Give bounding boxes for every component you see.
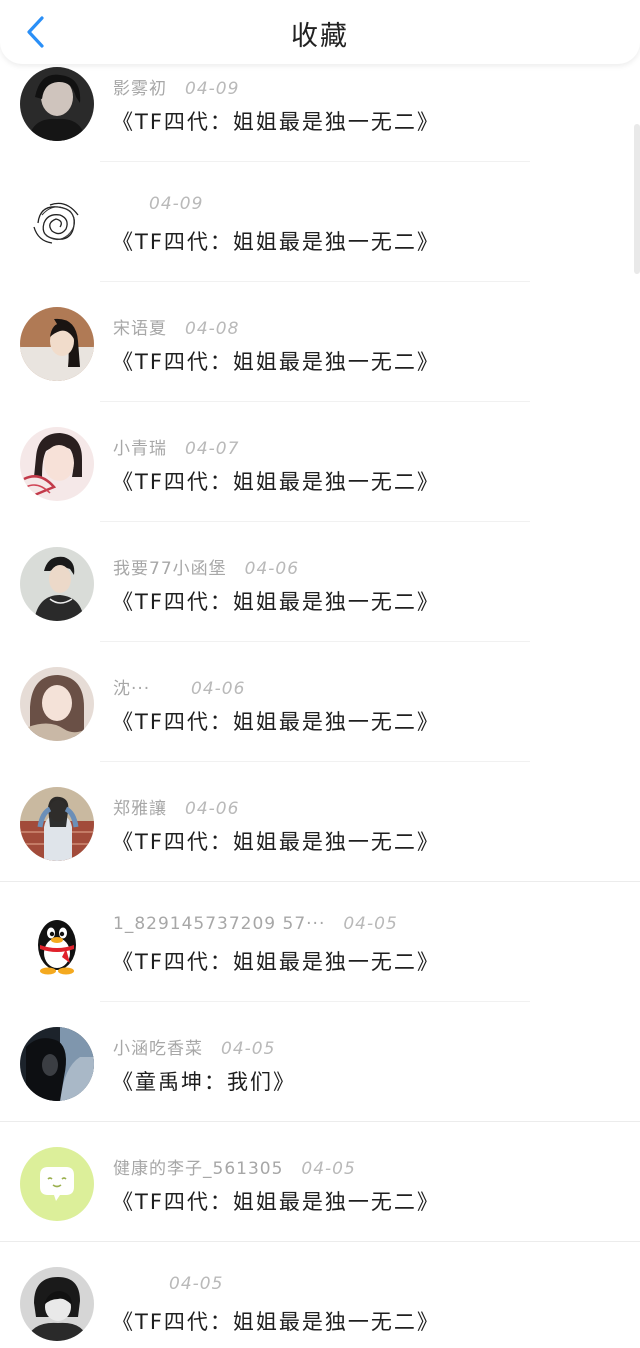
item-date: 04-06 (185, 799, 240, 819)
divider (0, 1121, 640, 1122)
author-name: 我要77小函堡 (113, 559, 227, 579)
avatar[interactable] (20, 307, 94, 381)
item-title[interactable]: 《TF四代：姐姐最是独一无二》 (112, 1306, 440, 1338)
item-meta: 04-05 (113, 1274, 223, 1298)
item-date: 04-05 (221, 1039, 276, 1059)
item-meta: 小青瑞 04-07 (113, 434, 240, 459)
item-meta: 小涵吃香菜 04-05 (113, 1034, 276, 1059)
item-date: 04-07 (185, 439, 240, 459)
item-meta: 宋语夏 04-08 (113, 314, 240, 339)
item-title[interactable]: 《TF四代：姐姐最是独一无二》 (112, 586, 440, 618)
scrollbar[interactable] (634, 124, 640, 274)
favorites-page: 收藏 影雾初 04-09 《TF四代：姐姐最是独一无二》 04-09 《TF四代… (0, 0, 640, 1348)
item-title[interactable]: 《TF四代：姐姐最是独一无二》 (112, 106, 440, 138)
list-item[interactable]: 04-05 《TF四代：姐姐最是独一无二》 (0, 1260, 640, 1348)
item-title[interactable]: 《TF四代：姐姐最是独一无二》 (112, 226, 440, 258)
divider (100, 401, 530, 402)
top-bar: 收藏 (0, 0, 640, 64)
item-date: 04-05 (343, 914, 398, 934)
item-date: 04-05 (301, 1159, 356, 1179)
item-meta: 1_829145737209 57··· 04-05 (113, 914, 398, 938)
list-item[interactable]: 郑雅讓 04-06 《TF四代：姐姐最是独一无二》 (0, 780, 640, 900)
list-item[interactable]: 小涵吃香菜 04-05 《童禹坤：我们》 (0, 1020, 640, 1140)
divider (100, 521, 530, 522)
item-title[interactable]: 《TF四代：姐姐最是独一无二》 (112, 346, 440, 378)
avatar[interactable] (20, 67, 94, 141)
author-name: 健康的李子_561305 (113, 1159, 284, 1179)
item-title[interactable]: 《TF四代：姐姐最是独一无二》 (112, 1186, 440, 1218)
item-title[interactable]: 《童禹坤：我们》 (112, 1066, 296, 1098)
divider (100, 761, 530, 762)
author-name: 郑雅讓 (113, 799, 167, 819)
list-item[interactable]: 沈··· 04-06 《TF四代：姐姐最是独一无二》 (0, 660, 640, 780)
item-meta: 04-09 (113, 194, 203, 218)
divider (0, 1241, 640, 1242)
divider (100, 1001, 530, 1002)
item-date: 04-06 (244, 559, 300, 579)
item-title[interactable]: 《TF四代：姐姐最是独一无二》 (112, 946, 440, 978)
item-meta: 我要77小函堡 04-06 (113, 554, 300, 579)
author-name: 影雾初 (113, 79, 167, 99)
item-date: 04-08 (185, 319, 240, 339)
favorites-list: 影雾初 04-09 《TF四代：姐姐最是独一无二》 04-09 《TF四代：姐姐最… (0, 60, 640, 1348)
divider (100, 161, 530, 162)
author-name: 沈··· (113, 679, 151, 699)
item-meta: 沈··· 04-06 (113, 674, 246, 699)
item-date: 04-06 (191, 679, 246, 699)
avatar[interactable] (20, 1027, 94, 1101)
divider (0, 881, 640, 882)
avatar[interactable] (20, 427, 94, 501)
item-title[interactable]: 《TF四代：姐姐最是独一无二》 (112, 466, 440, 498)
avatar[interactable] (20, 547, 94, 621)
item-date: 04-09 (149, 194, 204, 214)
divider (100, 641, 530, 642)
list-item[interactable]: 我要77小函堡 04-06 《TF四代：姐姐最是独一无二》 (0, 540, 640, 660)
item-date: 04-09 (185, 79, 240, 99)
avatar[interactable] (20, 667, 94, 741)
list-item[interactable]: 健康的李子_561305 04-05 《TF四代：姐姐最是独一无二》 (0, 1140, 640, 1260)
divider (100, 281, 530, 282)
list-item[interactable]: 宋语夏 04-08 《TF四代：姐姐最是独一无二》 (0, 300, 640, 420)
avatar[interactable] (20, 1267, 94, 1341)
author-name: 小青瑞 (113, 439, 167, 459)
author-name: 1_829145737209 57··· (113, 914, 326, 934)
item-title[interactable]: 《TF四代：姐姐最是独一无二》 (112, 826, 440, 858)
list-item[interactable]: 1_829145737209 57··· 04-05 《TF四代：姐姐最是独一无二… (0, 900, 640, 1020)
item-meta: 郑雅讓 04-06 (113, 794, 240, 819)
list-item[interactable]: 04-09 《TF四代：姐姐最是独一无二》 (0, 180, 640, 300)
avatar[interactable] (20, 187, 94, 261)
item-meta: 健康的李子_561305 04-05 (113, 1154, 356, 1179)
author-name: 宋语夏 (113, 319, 167, 339)
page-title: 收藏 (291, 21, 349, 52)
list-item[interactable]: 影雾初 04-09 《TF四代：姐姐最是独一无二》 (0, 60, 640, 180)
author-name: 小涵吃香菜 (113, 1039, 203, 1059)
item-meta: 影雾初 04-09 (113, 74, 240, 99)
item-title[interactable]: 《TF四代：姐姐最是独一无二》 (112, 706, 440, 738)
list-item[interactable]: 小青瑞 04-07 《TF四代：姐姐最是独一无二》 (0, 420, 640, 540)
chat-bubble-icon[interactable] (20, 1147, 94, 1221)
qq-penguin-icon[interactable] (20, 907, 94, 981)
avatar[interactable] (20, 787, 94, 861)
item-date: 04-05 (169, 1274, 224, 1294)
